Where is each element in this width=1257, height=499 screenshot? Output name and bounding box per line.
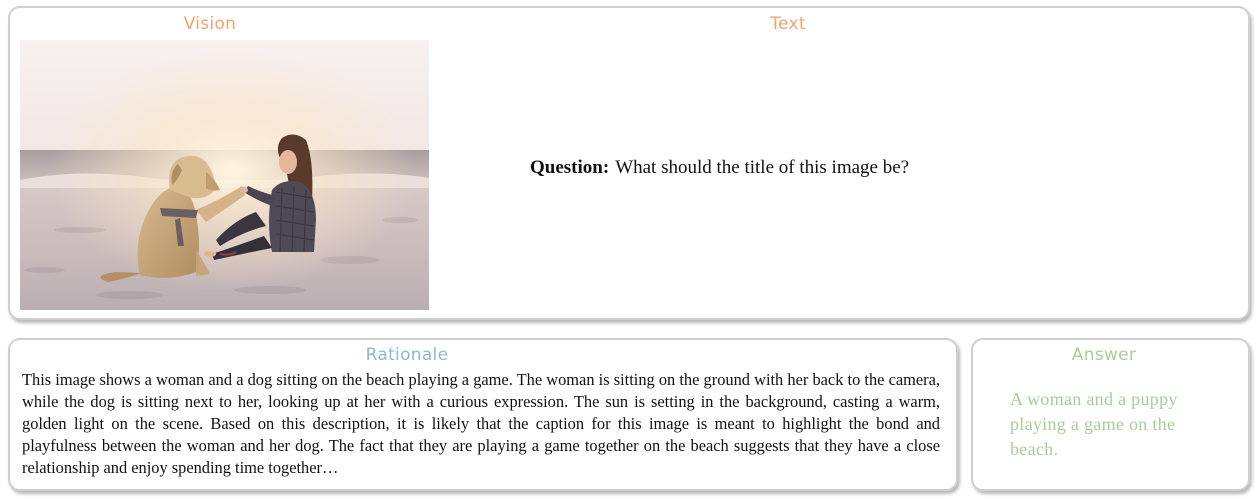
vision-text-panel: Vision Text Question: What should the ti… [8, 6, 1250, 320]
rationale-panel: Rationale This image shows a woman and a… [8, 338, 958, 491]
answer-text: A woman and a puppy playing a game on th… [1010, 389, 1178, 459]
beach-photo [20, 40, 429, 310]
question: Question: What should the title of this i… [530, 157, 1090, 179]
question-label: Question: [530, 157, 610, 178]
rationale-text: This image shows a woman and a dog sitti… [22, 370, 940, 477]
rationale-heading: Rationale [365, 345, 449, 365]
question-text: What should the title of this image be? [615, 157, 910, 178]
answer-heading: Answer [1071, 345, 1137, 365]
answer-panel: Answer A woman and a puppy playing a gam… [971, 338, 1250, 491]
vision-heading: Vision [183, 14, 237, 34]
text-heading: Text [770, 14, 806, 34]
